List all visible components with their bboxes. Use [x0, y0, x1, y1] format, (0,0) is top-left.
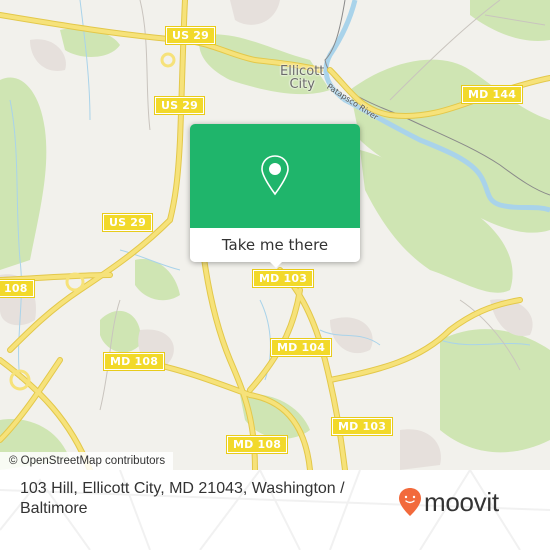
moovit-wordmark: moovit [424, 486, 499, 517]
map-pin-icon [261, 155, 289, 196]
road-shield-us29: US 29 [102, 213, 153, 232]
ellicott-city-label: Ellicott City [280, 65, 324, 91]
moovit-logo[interactable]: moovit [398, 482, 499, 522]
location-popup: Take me there [190, 124, 360, 268]
take-me-there-button[interactable]: Take me there [190, 228, 360, 262]
popup-header [190, 124, 360, 228]
moovit-location-card: Ellicott City Patapsco River US 29 US 29… [0, 0, 550, 550]
osm-attribution[interactable]: © OpenStreetMap contributors [0, 452, 174, 470]
road-shield-md104: MD 104 [269, 338, 333, 357]
address-text: 103 Hill, Ellicott City, MD 21043, Washi… [20, 480, 345, 517]
road-shield-us29: US 29 [165, 26, 216, 45]
moovit-pin-logo-icon [399, 488, 421, 516]
road-shield-md108: 108 [0, 279, 35, 298]
attribution-text: © OpenStreetMap contributors [9, 455, 166, 467]
road-shield-us29: US 29 [154, 96, 205, 115]
road-shield-md103: MD 103 [330, 417, 394, 436]
road-shield-md103: MD 103 [251, 269, 315, 288]
road-shield-md108: MD 108 [102, 352, 166, 371]
place-label-line2: City [289, 77, 315, 92]
road-shield-md144: MD 144 [460, 85, 524, 104]
map-view[interactable]: Ellicott City Patapsco River US 29 US 29… [0, 0, 550, 470]
popup-pointer [269, 261, 283, 268]
road-shield-md108: MD 108 [225, 435, 289, 454]
address-footer: 103 Hill, Ellicott City, MD 21043, Washi… [0, 470, 550, 550]
